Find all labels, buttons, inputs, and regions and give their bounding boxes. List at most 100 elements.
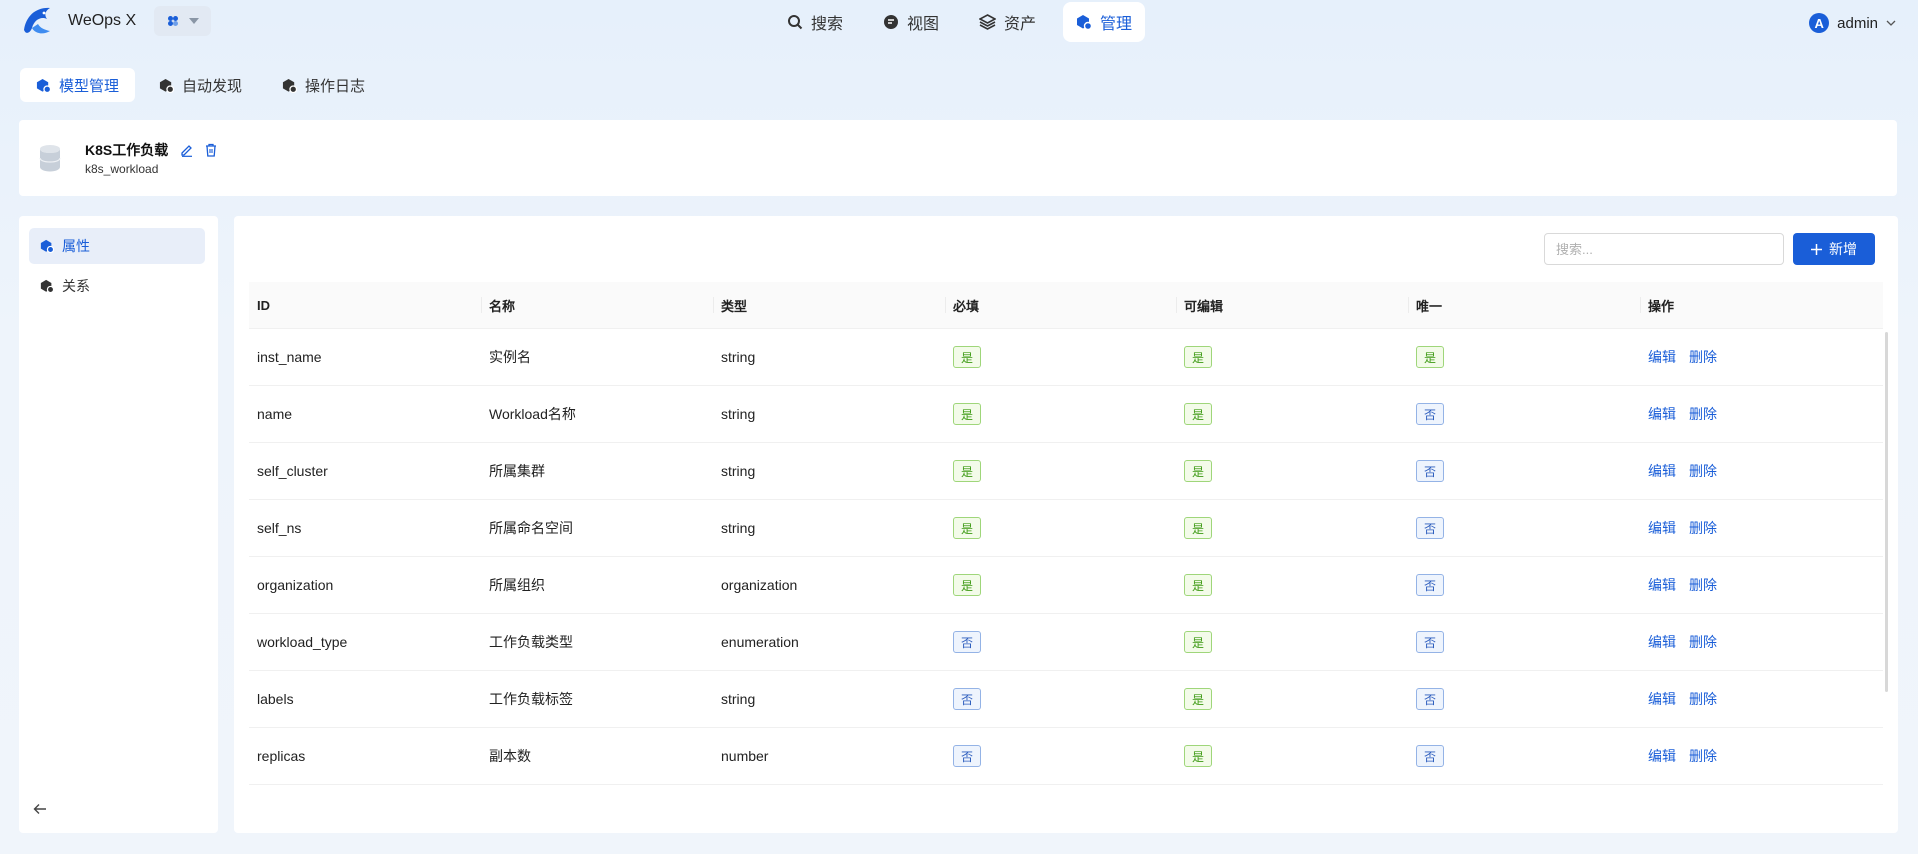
table-row: organization 所属组织 organization 是 是 否 编辑 删除 [249,557,1883,614]
tab-label: 模型管理 [59,77,120,95]
cell-unique: 否 [1408,386,1640,442]
cell-unique: 否 [1408,557,1640,613]
cell-name: 所属组织 [489,577,545,593]
tab-label: 自动发现 [182,77,243,95]
dolphin-logo-icon [24,7,50,34]
edit-link[interactable]: 编辑 [1648,746,1676,766]
cell-required: 否 [945,728,1176,784]
delete-link[interactable]: 删除 [1689,347,1717,367]
tab-operation-log[interactable]: 操作日志 [266,68,381,102]
cell-actions: 编辑 删除 [1640,728,1883,784]
delete-link[interactable]: 删除 [1689,632,1717,652]
cell-id: labels [257,691,294,707]
settings-cube-icon [36,78,51,93]
table-row: self_ns 所属命名空间 string 是 是 否 编辑 删除 [249,500,1883,557]
column-header[interactable]: 唯一 [1408,282,1640,328]
cell-name: 工作负载标签 [489,691,573,707]
cell-type: number [721,748,769,764]
cell-name: Workload名称 [489,406,576,422]
cell-id: self_cluster [257,463,328,479]
yes-tag: 是 [1184,631,1212,653]
delete-link[interactable]: 删除 [1689,404,1717,424]
cell-name: 工作负载类型 [489,634,573,650]
delete-icon[interactable] [204,143,218,157]
delete-link[interactable]: 删除 [1689,575,1717,595]
app-switcher[interactable] [154,6,211,36]
edit-link[interactable]: 编辑 [1648,404,1676,424]
layers-icon [979,14,997,30]
tab-auto-discovery[interactable]: 自动发现 [143,68,258,102]
no-tag: 否 [953,688,981,710]
cell-id: organization [257,577,334,593]
cell-type: string [721,463,756,479]
yes-tag: 是 [953,346,981,368]
delete-link[interactable]: 删除 [1689,689,1717,709]
cell-type: string [721,520,756,536]
app-name: WeOps X [68,12,137,29]
cell-required: 是 [945,500,1176,556]
logo[interactable]: WeOps X [20,4,136,38]
edit-link[interactable]: 编辑 [1648,461,1676,481]
scrollbar[interactable] [1885,332,1888,692]
settings-cube-icon [159,78,175,93]
cell-editable: 是 [1176,557,1408,613]
tab-model-management[interactable]: 模型管理 [20,68,136,102]
cell-unique: 否 [1408,614,1640,670]
nav-view-label: 视图 [907,16,940,33]
nav-search-label: 搜索 [811,16,844,33]
nav-manage[interactable]: 管理 [1063,2,1146,42]
table-body: inst_name 实例名 string 是是是编辑 删除 name Workload名称 s… [249,329,1883,785]
settings-cube-icon [40,279,54,293]
sidebar-item-label: 属性 [62,238,90,254]
no-tag: 否 [1416,517,1444,539]
column-header[interactable]: 类型 [713,282,945,328]
nav-search[interactable]: 搜索 [774,2,856,42]
edit-link[interactable]: 编辑 [1648,632,1676,652]
column-header[interactable]: 操作 [1640,282,1883,328]
edit-link[interactable]: 编辑 [1648,347,1676,367]
no-tag: 否 [1416,460,1444,482]
main-nav: 搜索 视图 资产 管理 [774,2,1146,42]
cell-actions: 编辑 删除 [1640,557,1883,613]
no-tag: 否 [953,631,981,653]
column-header[interactable]: ID [249,282,481,328]
add-button[interactable]: 新增 [1793,233,1875,265]
search-input[interactable] [1544,233,1784,265]
main-panel: 新增 ID 名称 类型 必填 可编辑 唯一 操作 inst_name 实例名 str… [234,216,1898,833]
nav-assets[interactable]: 资产 [966,2,1049,42]
plus-icon [1811,243,1822,255]
sidebar-item-attributes[interactable]: 属性 [29,228,205,264]
delete-link[interactable]: 删除 [1689,518,1717,538]
no-tag: 否 [1416,631,1444,653]
yes-tag: 是 [953,460,981,482]
chevron-down-icon [1886,20,1896,26]
cell-required: 是 [945,386,1176,442]
column-header[interactable]: 必填 [945,282,1176,328]
cell-editable: 是 [1176,500,1408,556]
cell-actions: 编辑 删除 [1640,614,1883,670]
nav-view[interactable]: 视图 [870,2,952,42]
cell-editable: 是 [1176,728,1408,784]
cell-required: 是 [945,557,1176,613]
column-header[interactable]: 可编辑 [1176,282,1408,328]
table-row: replicas 副本数 number 否 是 否 编辑 删除 [249,728,1883,785]
edit-link[interactable]: 编辑 [1648,518,1676,538]
edit-link[interactable]: 编辑 [1648,575,1676,595]
cell-id: inst_name [257,349,322,365]
search-icon [788,15,803,30]
user-menu[interactable]: A admin [1809,13,1896,33]
add-button-label: 新增 [1829,241,1857,257]
yes-tag: 是 [953,517,981,539]
collapse-arrow-icon[interactable] [33,803,47,815]
yes-tag: 是 [953,574,981,596]
column-header[interactable]: 名称 [481,282,713,328]
avatar: A [1809,13,1830,33]
edit-link[interactable]: 编辑 [1648,689,1676,709]
cell-name: 所属命名空间 [489,520,573,536]
edit-icon[interactable] [180,143,194,157]
sub-tabs: 模型管理 自动发现 操作日志 [20,68,389,102]
attributes-table: ID 名称 类型 必填 可编辑 唯一 操作 inst_name 实例名 string… [249,282,1883,785]
delete-link[interactable]: 删除 [1689,461,1717,481]
delete-link[interactable]: 删除 [1689,746,1717,766]
sidebar-item-relations[interactable]: 关系 [29,268,205,304]
